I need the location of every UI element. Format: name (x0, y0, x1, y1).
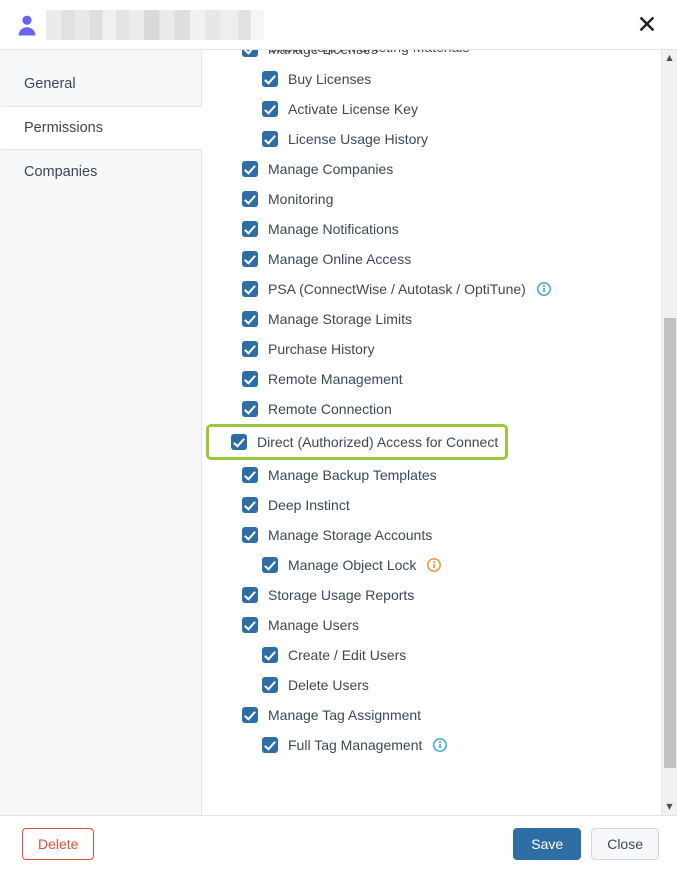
permission-row[interactable]: Buy Licenses (202, 64, 661, 94)
permission-checkbox[interactable] (242, 191, 258, 207)
permission-row[interactable]: Full Tag Management (202, 730, 661, 760)
permission-row[interactable]: Manage Companies (202, 154, 661, 184)
scrollbar-thumb[interactable] (664, 318, 676, 768)
permission-row[interactable]: Manage Object Lock (202, 550, 661, 580)
permission-label: Manage Users (268, 617, 360, 633)
permission-checkbox[interactable] (242, 587, 258, 603)
save-button[interactable]: Save (513, 827, 582, 861)
sidebar-item-companies[interactable]: Companies (0, 150, 201, 194)
permissions-scroll-area: Manage Licenses Buy Licenses Activate Lice… (202, 50, 661, 815)
permission-label: Manage Backup Templates (268, 467, 437, 483)
permission-checkbox[interactable] (231, 434, 247, 450)
dialog-body: General Permissions Companies Show Help … (0, 50, 677, 815)
permission-checkbox[interactable] (262, 677, 278, 693)
permission-checkbox[interactable] (262, 647, 278, 663)
permission-row[interactable]: Storage Usage Reports (202, 580, 661, 610)
permission-label: Direct (Authorized) Access for Connect (257, 434, 499, 450)
permission-row-highlighted[interactable]: Direct (Authorized) Access for Connect (206, 424, 508, 460)
permission-checkbox[interactable] (242, 467, 258, 483)
sidebar-item-permissions[interactable]: Permissions (0, 106, 202, 150)
permission-checkbox[interactable] (262, 131, 278, 147)
permission-checkbox[interactable] (262, 101, 278, 117)
permission-checkbox[interactable] (242, 50, 258, 57)
permission-label: Remote Connection (268, 401, 392, 417)
permission-label: Manage Companies (268, 161, 394, 177)
permission-label: Buy Licenses (288, 71, 372, 87)
sidebar-item-general[interactable]: General (0, 62, 201, 106)
permission-checkbox[interactable] (242, 401, 258, 417)
permission-row[interactable]: Manage Users (202, 610, 661, 640)
permission-label: Purchase History (268, 341, 375, 357)
permission-row[interactable]: Manage Backup Templates (202, 460, 661, 490)
info-icon[interactable] (433, 738, 448, 752)
sidebar-item-label: General (24, 76, 76, 92)
delete-button[interactable]: Delete (22, 827, 95, 861)
permission-row[interactable]: Remote Connection (202, 394, 661, 424)
permission-label: Activate License Key (288, 101, 418, 117)
permission-label: Manage Tag Assignment (268, 707, 422, 723)
permission-checkbox[interactable] (262, 557, 278, 573)
permission-row[interactable]: Manage Storage Accounts (202, 520, 661, 550)
permission-label: PSA (ConnectWise / Autotask / OptiTune) (268, 281, 526, 297)
permission-checkbox[interactable] (242, 281, 258, 297)
permission-checkbox[interactable] (242, 341, 258, 357)
permission-row[interactable]: Create / Edit Users (202, 640, 661, 670)
permission-row[interactable]: Manage Storage Limits (202, 304, 661, 334)
permission-label: Manage Storage Limits (268, 311, 412, 327)
permission-checkbox[interactable] (242, 497, 258, 513)
sidebar-item-label: Companies (24, 164, 98, 180)
permission-label: Manage Storage Accounts (268, 527, 433, 543)
permission-label: Delete Users (288, 677, 369, 693)
permission-label: Full Tag Management (288, 737, 423, 753)
permission-row[interactable]: Remote Management (202, 364, 661, 394)
permission-checkbox[interactable] (242, 617, 258, 633)
user-settings-dialog: ✕ General Permissions Companies Show Hel… (0, 0, 677, 872)
permission-row[interactable]: Manage Online Access (202, 244, 661, 274)
close-icon[interactable]: ✕ (633, 11, 661, 39)
dialog-title-redacted (46, 9, 264, 40)
close-button[interactable]: Close (591, 827, 659, 861)
dialog-footer: Delete Save Close (0, 815, 677, 872)
permission-label: Manage Licenses (268, 50, 378, 57)
permission-checkbox[interactable] (242, 221, 258, 237)
permission-label: Manage Object Lock (288, 557, 417, 573)
info-icon[interactable] (536, 282, 551, 296)
user-icon (16, 13, 38, 37)
scroll-down-arrow-icon[interactable]: ▼ (662, 799, 677, 815)
scroll-up-arrow-icon[interactable]: ▲ (662, 50, 677, 66)
permission-label: Create / Edit Users (288, 647, 407, 663)
permissions-scrollbar[interactable]: ▲ ▼ (661, 50, 677, 815)
permission-checkbox[interactable] (262, 737, 278, 753)
permission-row[interactable]: Manage Notifications (202, 214, 661, 244)
permission-checkbox[interactable] (242, 161, 258, 177)
permission-label: Remote Management (268, 371, 403, 387)
permission-row[interactable]: Manage Licenses (202, 50, 661, 64)
permission-label: License Usage History (288, 131, 429, 147)
permission-row[interactable]: Manage Tag Assignment (202, 700, 661, 730)
permission-row[interactable]: License Usage History (202, 124, 661, 154)
permission-checkbox[interactable] (242, 311, 258, 327)
permission-label: Deep Instinct (268, 497, 350, 513)
permission-row[interactable]: Deep Instinct (202, 490, 661, 520)
permission-checkbox[interactable] (242, 371, 258, 387)
permission-label: Storage Usage Reports (268, 587, 415, 603)
permission-checkbox[interactable] (242, 707, 258, 723)
dialog-header: ✕ (0, 0, 677, 50)
permission-checkbox[interactable] (242, 527, 258, 543)
permission-label: Manage Notifications (268, 221, 399, 237)
permission-row[interactable]: PSA (ConnectWise / Autotask / OptiTune) (202, 274, 661, 304)
permissions-list: Manage Licenses Buy Licenses Activate Lice… (202, 50, 661, 760)
permission-label: Manage Online Access (268, 251, 412, 267)
permissions-panel: Show Help / Marketing Materials Manage L… (202, 50, 677, 815)
permission-row[interactable]: Purchase History (202, 334, 661, 364)
permission-row[interactable]: Activate License Key (202, 94, 661, 124)
permission-checkbox[interactable] (242, 251, 258, 267)
permission-row[interactable]: Monitoring (202, 184, 661, 214)
sidebar-item-label: Permissions (24, 120, 103, 136)
info-icon[interactable] (427, 558, 442, 572)
sidebar: General Permissions Companies (0, 50, 202, 815)
permission-row[interactable]: Delete Users (202, 670, 661, 700)
permission-checkbox[interactable] (262, 71, 278, 87)
permission-label: Monitoring (268, 191, 334, 207)
